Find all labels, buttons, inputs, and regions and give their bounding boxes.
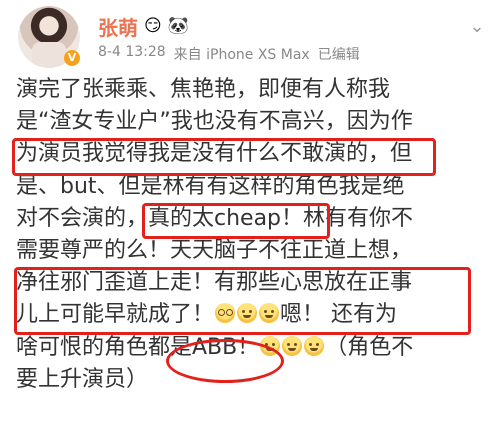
highlight-oval — [166, 339, 284, 383]
name-row: 张萌 😏 🐼 — [98, 12, 189, 40]
smirk-emoji-icon: 😏 — [144, 15, 162, 36]
post-meta: 8-4 13:28 来自 iPhone XS Max 已编辑 — [98, 44, 360, 64]
post-line: 演完了张乘乘、焦艳艳，即便有人称我 — [16, 77, 391, 102]
post-line: 是“渣女专业户”我也没有不高兴，因为作 — [16, 109, 413, 135]
thinking-emoji-icon — [304, 335, 325, 356]
chevron-down-icon[interactable]: ⌄ — [466, 16, 488, 38]
weibo-post-card: V 张萌 😏 🐼 8-4 13:28 来自 iPhone XS Max 已编辑 … — [0, 0, 500, 422]
verified-badge: V — [64, 50, 80, 66]
post-line-text: （角色不 — [325, 334, 414, 360]
user-name[interactable]: 张萌 — [98, 12, 138, 41]
highlight-box — [142, 203, 330, 239]
highlight-box — [12, 138, 436, 176]
post-header: V 张萌 😏 🐼 8-4 13:28 来自 iPhone XS Max 已编辑 … — [18, 6, 488, 70]
edited-label: 已编辑 — [317, 47, 360, 63]
highlight-box — [14, 267, 471, 335]
post-line: 需要尊严的么！天天脑子不往正道上想， — [16, 237, 413, 263]
thinking-emoji-icon — [282, 335, 303, 356]
panda-emoji-icon: 🐼 — [167, 15, 189, 36]
post-timestamp: 8-4 13:28 — [98, 44, 166, 60]
post-source: 来自 iPhone XS Max — [173, 47, 310, 63]
